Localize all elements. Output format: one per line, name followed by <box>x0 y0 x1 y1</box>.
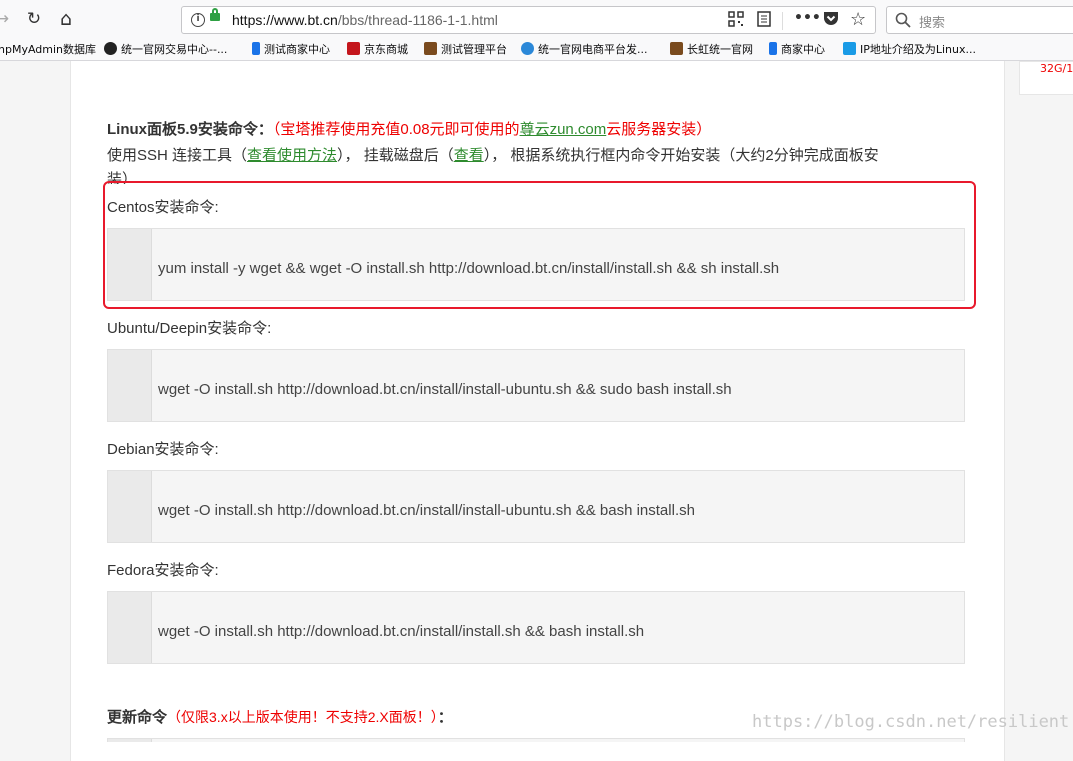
update-heading: 更新命令（仅限3.x以上版本使用！不支持2.X面板！）： <box>107 706 453 727</box>
install-heading: Linux面板5.9安装命令：（宝塔推荐使用充值0.08元即可使用的尊云zun.… <box>107 118 711 139</box>
home-icon[interactable]: ⌂ <box>56 9 76 29</box>
search-icon <box>895 12 911 32</box>
usage-guide-link[interactable]: 查看使用方法 <box>247 147 337 164</box>
url-bar[interactable]: i https://www.bt.cn/bbs/thread-1186-1-1.… <box>181 6 876 34</box>
url-divider <box>782 12 783 30</box>
bookmarks-bar: hpMyAdmin数据库 统一官网交易中心--... 测试商家中心 京东商城 测… <box>0 38 1073 61</box>
bookmark-item[interactable]: 统一官网交易中心--... <box>104 41 227 57</box>
update-note: （仅限3.x以上版本使用！不支持2.X面板！） <box>167 709 438 725</box>
bookmark-label: 测试管理平台 <box>441 43 507 56</box>
bookmark-favicon-icon <box>843 42 856 55</box>
reload-icon[interactable]: ↻ <box>24 9 44 29</box>
search-placeholder: 搜索 <box>919 16 946 31</box>
heading-promo: （宝塔推荐使用充值0.08元即可使用的 <box>272 121 520 138</box>
bookmark-label: 测试商家中心 <box>264 43 330 56</box>
page-actions-icon[interactable]: ••• <box>794 10 821 26</box>
qr-code-icon[interactable] <box>728 11 744 31</box>
install-intro: 使用SSH 连接工具（查看使用方法）， 挂载磁盘后（查看）， 根据系统执行框内命… <box>107 144 879 165</box>
ubuntu-label: Ubuntu/Deepin安装命令: <box>107 320 272 337</box>
url-host: https://www.bt.cn <box>232 12 338 28</box>
update-colon: ： <box>437 709 453 726</box>
code-gutter <box>108 592 152 663</box>
heading-title: Linux面板5.9安装命令： <box>107 121 273 138</box>
fedora-command[interactable]: wget -O install.sh http://download.bt.cn… <box>158 623 644 640</box>
bookmark-label: 统一官网电商平台发... <box>538 43 648 56</box>
debian-code-block[interactable]: wget -O install.sh http://download.bt.cn… <box>107 470 965 543</box>
side-panel: 32G/10 <box>1019 61 1073 95</box>
bookmark-label: hpMyAdmin数据库 <box>0 43 97 56</box>
debian-label: Debian安装命令: <box>107 441 219 458</box>
bookmark-item[interactable]: 测试管理平台 <box>424 41 507 57</box>
bookmark-item[interactable]: 长虹统一官网 <box>670 41 753 57</box>
heading-promo-end: 云服务器安装） <box>606 121 712 138</box>
code-gutter <box>108 471 152 542</box>
intro-text: 使用SSH 连接工具（ <box>107 147 248 164</box>
bookmark-label: 统一官网交易中心--... <box>121 43 228 56</box>
update-code-block[interactable] <box>107 738 965 742</box>
bookmark-favicon-icon <box>769 42 777 55</box>
watermark: https://blog.csdn.net/resilient <box>752 712 1070 732</box>
bookmark-favicon-icon <box>424 42 437 55</box>
debian-command[interactable]: wget -O install.sh http://download.bt.cn… <box>158 502 695 519</box>
fedora-label: Fedora安装命令: <box>107 562 219 579</box>
bookmark-favicon-icon <box>670 42 683 55</box>
search-bar[interactable]: 搜索 <box>886 6 1073 34</box>
url-path: /bbs/thread-1186-1-1.html <box>337 12 498 28</box>
ubuntu-command[interactable]: wget -O install.sh http://download.bt.cn… <box>158 381 732 398</box>
bookmark-star-icon[interactable]: ☆ <box>850 9 866 30</box>
bookmark-favicon-icon <box>252 42 260 55</box>
forward-icon[interactable]: → <box>0 9 12 29</box>
update-title: 更新命令 <box>107 709 168 726</box>
lock-icon[interactable] <box>210 8 220 21</box>
code-gutter <box>108 350 152 421</box>
browser-toolbar: → ↻ ⌂ i https://www.bt.cn/bbs/thread-118… <box>0 0 1073 38</box>
bookmark-favicon-icon <box>104 42 117 55</box>
pocket-icon[interactable] <box>823 11 839 30</box>
bookmark-item[interactable]: 京东商城 <box>347 41 408 57</box>
bookmark-item[interactable]: 统一官网电商平台发... <box>521 41 648 57</box>
view-link[interactable]: 查看 <box>454 147 484 164</box>
bookmark-item[interactable]: 测试商家中心 <box>252 41 330 57</box>
highlight-annotation <box>103 181 976 309</box>
intro-text: ）， 挂载磁盘后（ <box>337 147 454 164</box>
storage-text: 32G/10 <box>1040 62 1073 75</box>
bookmark-item[interactable]: IP地址介绍及为Linux... <box>843 41 976 57</box>
bookmark-label: 京东商城 <box>364 43 408 56</box>
bookmark-label: 长虹统一官网 <box>687 43 753 56</box>
reader-view-icon[interactable] <box>757 11 771 31</box>
fedora-code-block[interactable]: wget -O install.sh http://download.bt.cn… <box>107 591 965 664</box>
bookmark-label: 商家中心 <box>781 43 825 56</box>
intro-text: ）， 根据系统执行框内命令开始安装（大约2分钟完成面板安 <box>483 147 879 164</box>
ubuntu-code-block[interactable]: wget -O install.sh http://download.bt.cn… <box>107 349 965 422</box>
bookmark-label: IP地址介绍及为Linux... <box>860 43 977 56</box>
bookmark-item[interactable]: hpMyAdmin数据库 <box>0 41 96 57</box>
zun-link[interactable]: 尊云zun.com <box>520 121 607 138</box>
bookmark-favicon-icon <box>521 42 534 55</box>
info-icon[interactable]: i <box>191 13 205 27</box>
url-text[interactable]: https://www.bt.cn/bbs/thread-1186-1-1.ht… <box>232 12 498 28</box>
jd-logo-icon <box>347 42 360 55</box>
bookmark-item[interactable]: 商家中心 <box>769 41 825 57</box>
